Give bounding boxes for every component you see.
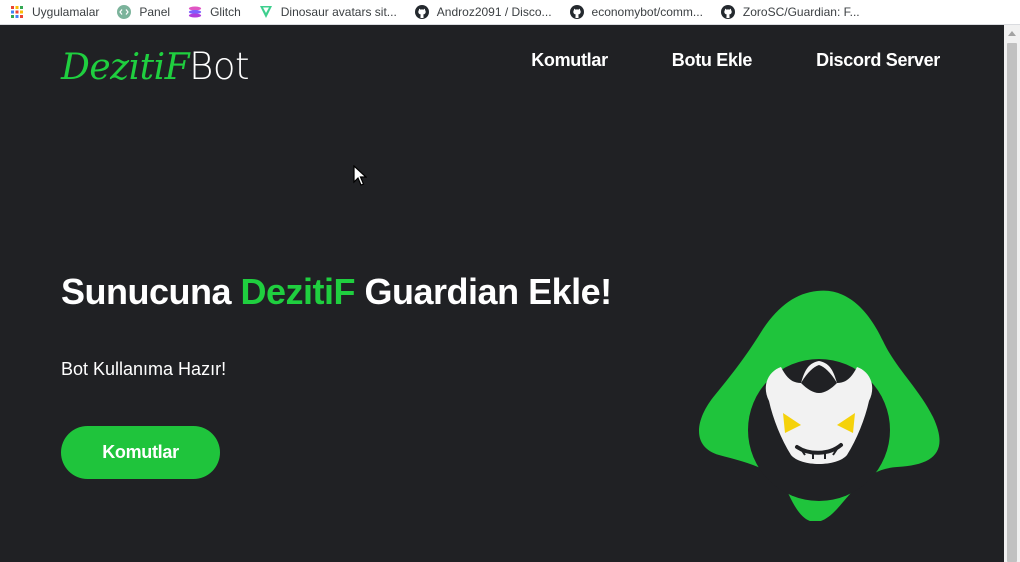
logo-part-2: Bot xyxy=(189,45,249,88)
github-icon xyxy=(720,5,735,19)
bookmark-economybot[interactable]: economybot/comm... xyxy=(561,0,712,24)
bookmark-label: Panel xyxy=(139,5,171,19)
main-nav: Komutlar Botu Ekle Discord Server xyxy=(531,50,940,71)
hero-subtitle: Bot Kullanıma Hazır! xyxy=(61,359,227,379)
page-content: DezitiFBot Komutlar Botu Ekle Discord Se… xyxy=(0,25,1004,562)
bookmark-label: Glitch xyxy=(210,5,241,19)
bookmark-label: Androz2091 / Disco... xyxy=(436,5,552,19)
nav-add-bot-link[interactable]: Botu Ekle xyxy=(672,50,753,71)
hero-title-after: Guardian Ekle! xyxy=(355,271,613,312)
bookmarks-bar: Uygulamalar Panel Glitch Dinosaur avatar… xyxy=(0,0,1020,25)
logo-part-1: DezitiF xyxy=(61,47,190,88)
github-icon xyxy=(569,5,584,19)
vertical-scrollbar[interactable] xyxy=(1004,25,1020,562)
bookmark-glitch[interactable]: Glitch xyxy=(179,0,250,24)
guardian-mascot-icon xyxy=(699,290,940,521)
scrollbar-thumb[interactable] xyxy=(1007,43,1017,562)
hero-title-before: Sunucuna xyxy=(61,271,241,312)
glitch-icon xyxy=(188,5,202,19)
panel-icon xyxy=(117,5,132,19)
apps-grid-icon xyxy=(10,5,24,19)
bookmark-zorosc[interactable]: ZoroSC/Guardian: F... xyxy=(712,0,869,24)
dinosaur-icon xyxy=(259,5,273,19)
commands-button[interactable]: Komutlar xyxy=(61,426,220,479)
github-icon xyxy=(414,5,429,19)
site-logo[interactable]: DezitiFBot xyxy=(61,43,249,91)
scroll-up-arrow-icon[interactable] xyxy=(1004,25,1020,41)
mouse-cursor-icon xyxy=(353,165,367,186)
bookmark-label: Dinosaur avatars sit... xyxy=(280,5,397,19)
nav-discord-server-link[interactable]: Discord Server xyxy=(816,50,940,71)
bookmark-panel[interactable]: Panel xyxy=(108,0,179,24)
bookmark-label: ZoroSC/Guardian: F... xyxy=(742,5,860,19)
bookmark-androz[interactable]: Androz2091 / Disco... xyxy=(406,0,561,24)
hero-title: Sunucuna DezitiF Guardian Ekle! xyxy=(61,271,612,313)
bookmark-dinosaur[interactable]: Dinosaur avatars sit... xyxy=(250,0,406,24)
hero-title-accent: DezitiF xyxy=(240,271,356,312)
bookmark-label: economybot/comm... xyxy=(591,5,703,19)
bookmark-apps[interactable]: Uygulamalar xyxy=(0,0,108,24)
bookmark-label: Uygulamalar xyxy=(32,5,100,19)
nav-commands-link[interactable]: Komutlar xyxy=(531,50,608,71)
